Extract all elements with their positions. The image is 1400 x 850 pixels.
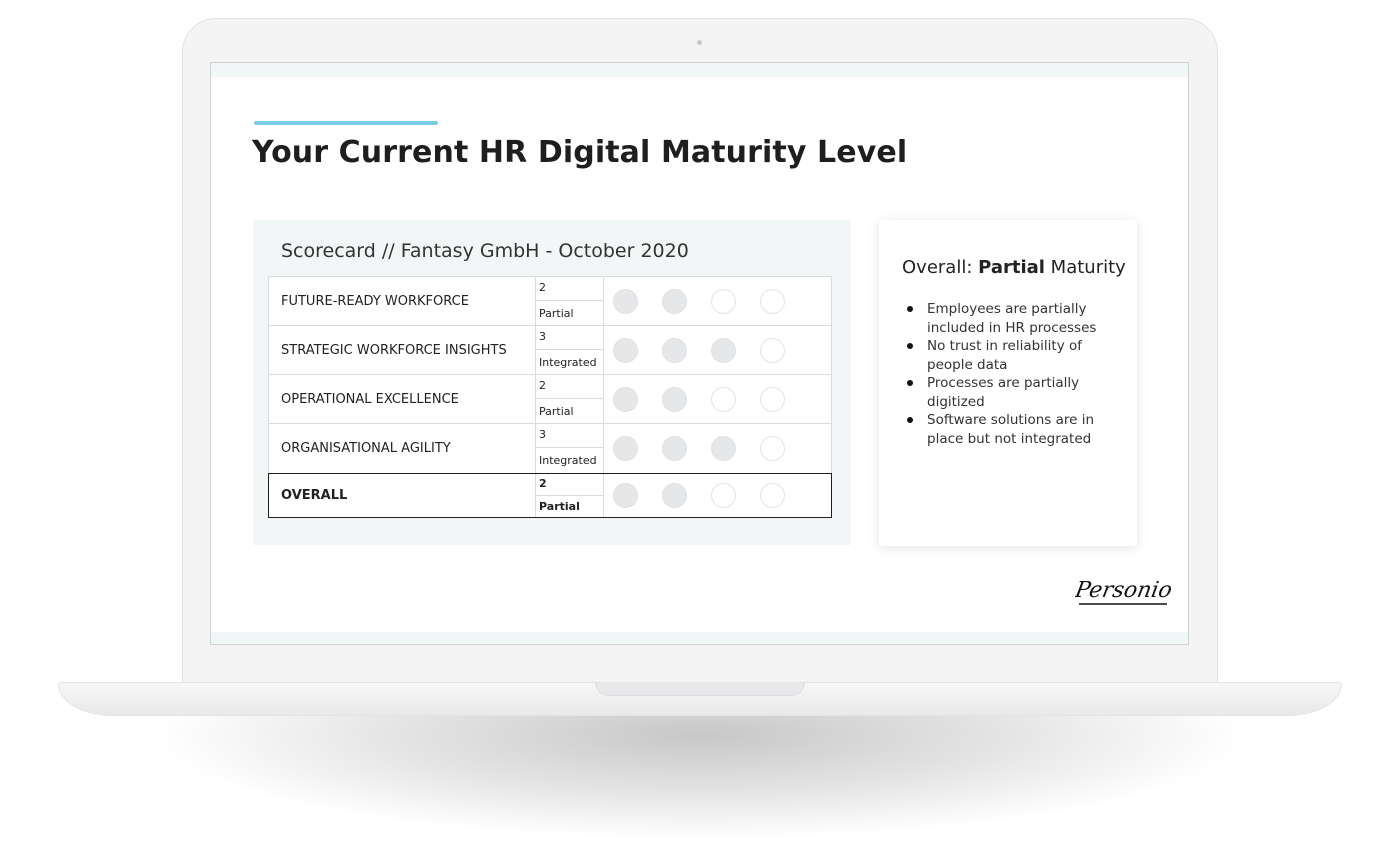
level-label: Partial [539,307,574,320]
overall-name: OVERALL [269,474,536,517]
filled-dot-icon [613,338,638,363]
scorecard-table: FUTURE-READY WORKFORCE 2 Partial STRATEG… [268,276,832,474]
bullet-icon [907,380,913,386]
level-cell: 2 Partial [536,277,604,325]
filled-dot-icon [662,436,687,461]
list-item: Employees are partially included in HR p… [902,300,1127,337]
camera-icon [697,40,702,45]
rating-dots [604,326,831,374]
bullet-text: Employees are partially included in HR p… [927,301,1097,336]
level-number: 3 [536,424,603,448]
summary-suffix: Maturity [1044,257,1126,278]
list-item: No trust in reliability of people data [902,337,1127,374]
table-row: ORGANISATIONAL AGILITY 3 Integrated [269,424,831,473]
filled-dot-icon [662,483,687,508]
rating-dots [604,375,831,423]
laptop-screen: Your Current HR Digital Maturity Level S… [210,62,1189,645]
filled-dot-icon [613,436,638,461]
filled-dot-icon [711,338,736,363]
logo-text: Personio [1075,577,1171,603]
scorecard-title: Scorecard // Fantasy GmbH - October 2020 [281,240,689,262]
overall-row: OVERALL 2 Partial [268,473,832,518]
summary-prefix: Overall: [902,257,979,278]
level-label: Partial [539,405,574,418]
title-accent-line [254,121,438,125]
level-cell: 3 Integrated [536,424,604,473]
level-number: 2 [536,474,603,496]
bullet-text: No trust in reliability of people data [927,338,1083,373]
empty-dot-icon [760,436,785,461]
filled-dot-icon [613,289,638,314]
empty-dot-icon [760,483,785,508]
table-row: FUTURE-READY WORKFORCE 2 Partial [269,277,831,326]
table-row: OPERATIONAL EXCELLENCE 2 Partial [269,375,831,424]
dimension-name: OPERATIONAL EXCELLENCE [269,375,536,423]
bullet-icon [907,343,913,349]
bullet-text: Processes are partially digitized [927,375,1080,410]
bullet-text: Software solutions are in place but not … [927,412,1095,447]
level-label: Integrated [539,356,597,369]
filled-dot-icon [613,387,638,412]
summary-card: Overall: Partial Maturity Employees are … [879,220,1137,546]
empty-dot-icon [760,387,785,412]
list-item: Processes are partially digitized [902,374,1127,411]
empty-dot-icon [711,289,736,314]
empty-dot-icon [760,289,785,314]
stage: Your Current HR Digital Maturity Level S… [0,0,1400,850]
rating-dots [604,277,831,325]
filled-dot-icon [662,289,687,314]
dimension-name: STRATEGIC WORKFORCE INSIGHTS [269,326,536,374]
list-item: Software solutions are in place but not … [902,411,1127,448]
level-label: Integrated [539,454,597,467]
screen-band-bottom [211,632,1188,644]
level-number: 2 [536,277,603,301]
summary-bullets: Employees are partially included in HR p… [902,300,1127,448]
rating-dots [604,424,831,473]
filled-dot-icon [613,483,638,508]
level-number: 3 [536,326,603,350]
level-label: Partial [539,500,580,513]
dimension-name: FUTURE-READY WORKFORCE [269,277,536,325]
personio-logo: Personio [1075,577,1171,605]
scorecard-panel: Scorecard // Fantasy GmbH - October 2020… [253,220,851,545]
filled-dot-icon [711,436,736,461]
screen-band-top [211,63,1188,77]
bullet-icon [907,417,913,423]
bullet-icon [907,306,913,312]
laptop-notch [595,682,805,696]
level-cell: 2 Partial [536,375,604,423]
level-number: 2 [536,375,603,399]
summary-title: Overall: Partial Maturity [902,257,1126,278]
summary-emphasis: Partial [978,257,1045,278]
table-row: STRATEGIC WORKFORCE INSIGHTS 3 Integrate… [269,326,831,375]
empty-dot-icon [711,387,736,412]
level-cell: 2 Partial [536,474,604,517]
filled-dot-icon [662,387,687,412]
level-cell: 3 Integrated [536,326,604,374]
empty-dot-icon [711,483,736,508]
empty-dot-icon [760,338,785,363]
dimension-name: ORGANISATIONAL AGILITY [269,424,536,473]
filled-dot-icon [662,338,687,363]
rating-dots [604,474,831,517]
page-title: Your Current HR Digital Maturity Level [252,135,908,170]
